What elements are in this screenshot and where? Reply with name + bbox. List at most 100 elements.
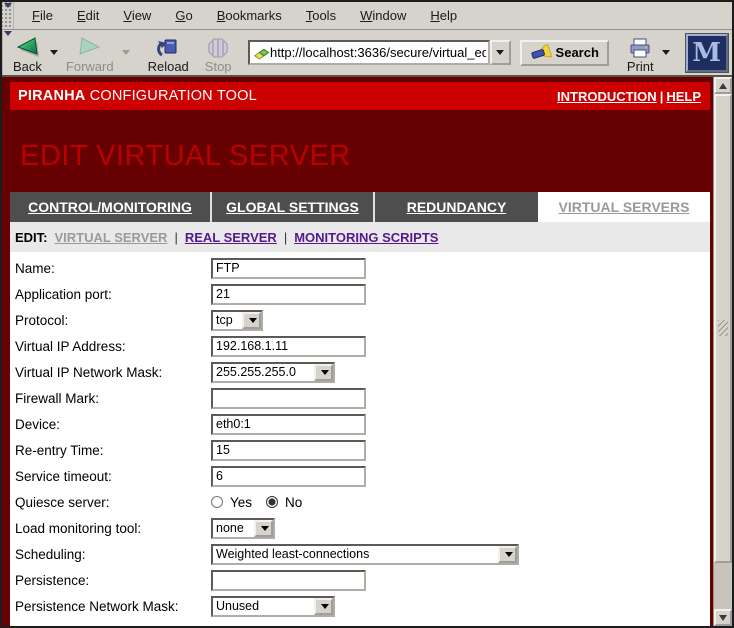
- app-title-strong: PIRANHA: [18, 88, 85, 104]
- protocol-select[interactable]: tcp: [211, 310, 263, 331]
- virtual-ip-mask-label: Virtual IP Network Mask:: [10, 365, 211, 380]
- subnav-prefix: EDIT:: [15, 230, 48, 245]
- load-monitoring-select-wrap: none: [211, 518, 275, 539]
- name-input[interactable]: [211, 258, 366, 279]
- menu-bookmarks[interactable]: Bookmarks: [207, 4, 292, 27]
- collapse-arrow-icon: [4, 31, 12, 36]
- form-row-reentry: Re-entry Time:: [10, 437, 710, 463]
- form-row-name: Name:: [10, 255, 710, 281]
- menu-go[interactable]: Go: [165, 4, 202, 27]
- mozilla-m-icon: M: [692, 40, 721, 66]
- reentry-time-input[interactable]: [211, 440, 366, 461]
- subnav-separator: |: [284, 230, 287, 245]
- form-row-quiesce: Quiesce server: Yes No: [10, 489, 710, 515]
- tab-global-settings[interactable]: GLOBAL SETTINGS: [212, 192, 375, 222]
- application-port-input[interactable]: [211, 284, 366, 305]
- back-history-dropdown[interactable]: [50, 50, 58, 55]
- menu-file[interactable]: File: [22, 4, 63, 27]
- chevron-down-icon: [496, 50, 504, 55]
- form-row-vip: Virtual IP Address:: [10, 333, 710, 359]
- print-dropdown[interactable]: [662, 50, 670, 55]
- reload-button[interactable]: Reload: [144, 31, 193, 75]
- form-row-load-tool: Load monitoring tool: none: [10, 515, 710, 541]
- stop-label: Stop: [205, 59, 232, 74]
- page-header: EDIT VIRTUAL SERVER: [10, 110, 710, 192]
- reload-icon: [156, 37, 180, 59]
- forward-history-dropdown: [122, 50, 130, 55]
- firewall-mark-label: Firewall Mark:: [10, 391, 211, 406]
- menu-view[interactable]: View: [113, 4, 161, 27]
- search-button[interactable]: Search: [520, 40, 609, 66]
- url-history-dropdown[interactable]: [490, 40, 511, 65]
- virtual-ip-input[interactable]: [211, 336, 366, 357]
- menu-help[interactable]: Help: [420, 4, 467, 27]
- introduction-link[interactable]: INTRODUCTION: [557, 89, 657, 104]
- quiesce-server-label: Quiesce server:: [10, 495, 211, 510]
- menu-window[interactable]: Window: [350, 4, 416, 27]
- persistence-label: Persistence:: [10, 573, 211, 588]
- service-timeout-label: Service timeout:: [10, 469, 211, 484]
- load-monitoring-select[interactable]: none: [211, 518, 275, 539]
- scrollbar-thumb[interactable]: [714, 94, 732, 563]
- piranha-banner: PIRANHA CONFIGURATION TOOL INTRODUCTION|…: [10, 82, 710, 110]
- mozilla-logo[interactable]: M: [686, 34, 728, 72]
- menu-edit[interactable]: Edit: [67, 4, 109, 27]
- toolbar-grippy[interactable]: [2, 30, 3, 75]
- virtual-server-form: Name: Application port: Protocol: tcp Vi…: [10, 252, 710, 626]
- toolbar-area: Back Forward Reload: [3, 30, 734, 75]
- firewall-mark-input[interactable]: [211, 388, 366, 409]
- subnav-real-server-link[interactable]: REAL SERVER: [185, 230, 277, 245]
- stop-button: Stop: [201, 31, 236, 75]
- banner-links: INTRODUCTION|HELP: [557, 89, 701, 104]
- persistence-mask-select[interactable]: Unused: [211, 596, 335, 617]
- url-field[interactable]: [248, 40, 490, 65]
- scrollbar-track[interactable]: [714, 94, 732, 609]
- browser-window: File Edit View Go Bookmarks Tools Window…: [0, 0, 734, 628]
- reentry-time-label: Re-entry Time:: [10, 443, 211, 458]
- scroll-down-button[interactable]: [714, 609, 732, 626]
- quiesce-radio-group: Yes No: [211, 495, 312, 510]
- help-link[interactable]: HELP: [666, 89, 701, 104]
- banner-separator: |: [657, 89, 667, 104]
- protocol-select-wrap: tcp: [211, 310, 263, 331]
- url-input[interactable]: [270, 45, 486, 60]
- main-tabs: CONTROL/MONITORING GLOBAL SETTINGS REDUN…: [10, 192, 710, 222]
- quiesce-no-radio[interactable]: [266, 496, 278, 508]
- menu-tools[interactable]: Tools: [296, 4, 346, 27]
- device-input[interactable]: [211, 414, 366, 435]
- form-row-device: Device:: [10, 411, 710, 437]
- form-row-vip-mask: Virtual IP Network Mask: 255.255.255.0: [10, 359, 710, 385]
- stop-icon: [206, 37, 230, 59]
- quiesce-no-label: No: [285, 495, 302, 510]
- virtual-ip-mask-select[interactable]: 255.255.255.0: [211, 362, 335, 383]
- tab-control-monitoring[interactable]: CONTROL/MONITORING: [10, 192, 212, 222]
- subnav-monitoring-scripts-link[interactable]: MONITORING SCRIPTS: [294, 230, 438, 245]
- bookmark-page-icon: [252, 44, 270, 62]
- tab-redundancy[interactable]: REDUNDANCY: [375, 192, 538, 222]
- url-bar: [248, 40, 511, 65]
- application-port-label: Application port:: [10, 287, 211, 302]
- print-icon: [627, 37, 653, 59]
- persistence-input[interactable]: [211, 570, 366, 591]
- print-area: Print: [623, 31, 674, 75]
- collapse-arrow-icon: [4, 3, 12, 8]
- form-row-port: Application port:: [10, 281, 710, 307]
- quiesce-yes-label: Yes: [230, 495, 252, 510]
- quiesce-yes-radio[interactable]: [211, 496, 223, 508]
- virtual-ip-label: Virtual IP Address:: [10, 339, 211, 354]
- arrow-down-icon: [719, 615, 727, 621]
- arrow-up-icon: [719, 83, 727, 89]
- scroll-up-button[interactable]: [714, 77, 732, 94]
- persistence-mask-select-wrap: Unused: [211, 596, 335, 617]
- print-label: Print: [627, 59, 654, 74]
- page-body: PIRANHA CONFIGURATION TOOL INTRODUCTION|…: [2, 77, 713, 626]
- search-flashlight-icon: [530, 44, 552, 62]
- service-timeout-input[interactable]: [211, 466, 366, 487]
- scheduling-select[interactable]: Weighted least-connections: [211, 544, 519, 565]
- back-button[interactable]: Back: [9, 31, 46, 75]
- print-button[interactable]: Print: [623, 31, 658, 75]
- scheduling-label: Scheduling:: [10, 547, 211, 562]
- menubar-grippy[interactable]: [2, 2, 14, 29]
- forward-icon: [77, 37, 103, 59]
- vertical-scrollbar: [713, 77, 732, 626]
